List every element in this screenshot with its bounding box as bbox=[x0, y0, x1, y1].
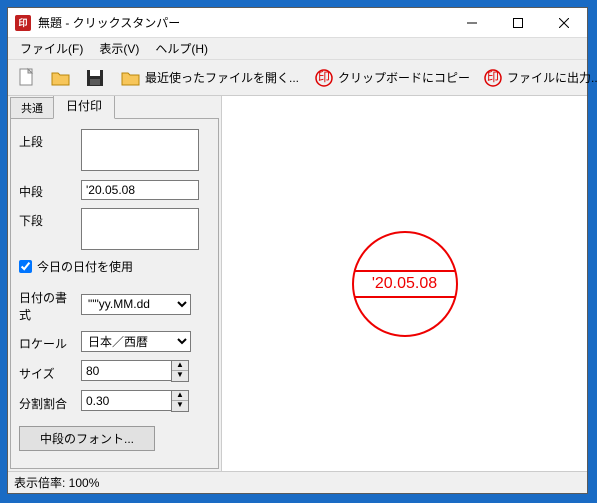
top-row-label: 上段 bbox=[19, 129, 75, 150]
output-label: ファイルに出力... bbox=[507, 69, 597, 86]
svg-text:印: 印 bbox=[318, 70, 330, 84]
tab-strip: 共通 日付印 bbox=[8, 96, 221, 118]
use-today-box[interactable] bbox=[19, 260, 32, 273]
use-today-checkbox[interactable]: 今日の日付を使用 bbox=[19, 258, 210, 275]
menubar: ファイル(F) 表示(V) ヘルプ(H) bbox=[8, 38, 587, 60]
mid-font-button[interactable]: 中段のフォント... bbox=[19, 426, 155, 451]
top-text-input[interactable] bbox=[81, 129, 199, 171]
window-title: 無題 - クリックスタンパー bbox=[38, 14, 449, 31]
toolbar: 最近使ったファイルを開く... 印 クリップボードにコピー 印 ファイルに出力.… bbox=[8, 60, 587, 96]
size-input[interactable] bbox=[81, 360, 171, 381]
app-window: 印 無題 - クリックスタンパー ファイル(F) 表示(V) ヘルプ(H) 最近… bbox=[7, 7, 588, 494]
clipboard-label: クリップボードにコピー bbox=[338, 69, 470, 86]
new-file-icon bbox=[16, 67, 38, 89]
minimize-button[interactable] bbox=[449, 8, 495, 38]
close-button[interactable] bbox=[541, 8, 587, 38]
menu-view[interactable]: 表示(V) bbox=[91, 38, 147, 59]
menu-file[interactable]: ファイル(F) bbox=[12, 38, 91, 59]
bot-text-input[interactable] bbox=[81, 208, 199, 250]
save-button[interactable] bbox=[79, 63, 111, 93]
ratio-label: 分割割合 bbox=[19, 391, 75, 412]
svg-text:印: 印 bbox=[487, 70, 499, 84]
content-area: 共通 日付印 上段 中段 下段 今日の日付を使用 bbox=[8, 96, 587, 471]
bot-row-label: 下段 bbox=[19, 208, 75, 229]
stamp-icon: 印 bbox=[482, 67, 504, 89]
format-label: 日付の書式 bbox=[19, 285, 75, 323]
stamp-top bbox=[354, 233, 456, 270]
mid-text-input[interactable] bbox=[81, 180, 199, 200]
ratio-down[interactable]: ▼ bbox=[172, 401, 188, 411]
app-icon: 印 bbox=[15, 15, 31, 31]
use-today-label: 今日の日付を使用 bbox=[37, 258, 133, 275]
save-disk-icon bbox=[84, 67, 106, 89]
recent-files-button[interactable]: 最近使ったファイルを開く... bbox=[115, 63, 304, 93]
menu-help[interactable]: ヘルプ(H) bbox=[147, 38, 216, 59]
size-label: サイズ bbox=[19, 361, 75, 382]
locale-select[interactable]: 日本／西暦 bbox=[81, 331, 191, 352]
size-stepper[interactable]: ▲▼ bbox=[81, 360, 189, 382]
locale-label: ロケール bbox=[19, 331, 75, 352]
stamp-icon: 印 bbox=[313, 67, 335, 89]
clipboard-button[interactable]: 印 クリップボードにコピー bbox=[308, 63, 475, 93]
settings-panel: 共通 日付印 上段 中段 下段 今日の日付を使用 bbox=[8, 96, 221, 471]
zoom-status: 表示倍率: 100% bbox=[14, 474, 99, 491]
new-button[interactable] bbox=[11, 63, 43, 93]
tab-common[interactable]: 共通 bbox=[10, 97, 54, 118]
preview-area: '20.05.08 bbox=[221, 96, 587, 471]
stamp-preview: '20.05.08 bbox=[352, 231, 458, 337]
titlebar: 印 無題 - クリックスタンパー bbox=[8, 8, 587, 38]
output-file-button[interactable]: 印 ファイルに出力... bbox=[477, 63, 597, 93]
stamp-mid: '20.05.08 bbox=[354, 270, 456, 298]
tab-content: 上段 中段 下段 今日の日付を使用 日付の書式 bbox=[10, 118, 219, 469]
open-folder-icon bbox=[50, 67, 72, 89]
open-folder-icon bbox=[120, 67, 142, 89]
stamp-bot bbox=[354, 298, 456, 335]
size-down[interactable]: ▼ bbox=[172, 371, 188, 381]
maximize-button[interactable] bbox=[495, 8, 541, 38]
tab-datestamp[interactable]: 日付印 bbox=[53, 96, 115, 119]
date-format-select[interactable]: "'"yy.MM.dd bbox=[81, 294, 191, 315]
statusbar: 表示倍率: 100% bbox=[8, 471, 587, 493]
recent-label: 最近使ったファイルを開く... bbox=[145, 69, 299, 86]
ratio-stepper[interactable]: ▲▼ bbox=[81, 390, 189, 412]
ratio-input[interactable] bbox=[81, 390, 171, 411]
open-button[interactable] bbox=[45, 63, 77, 93]
mid-row-label: 中段 bbox=[19, 179, 75, 200]
